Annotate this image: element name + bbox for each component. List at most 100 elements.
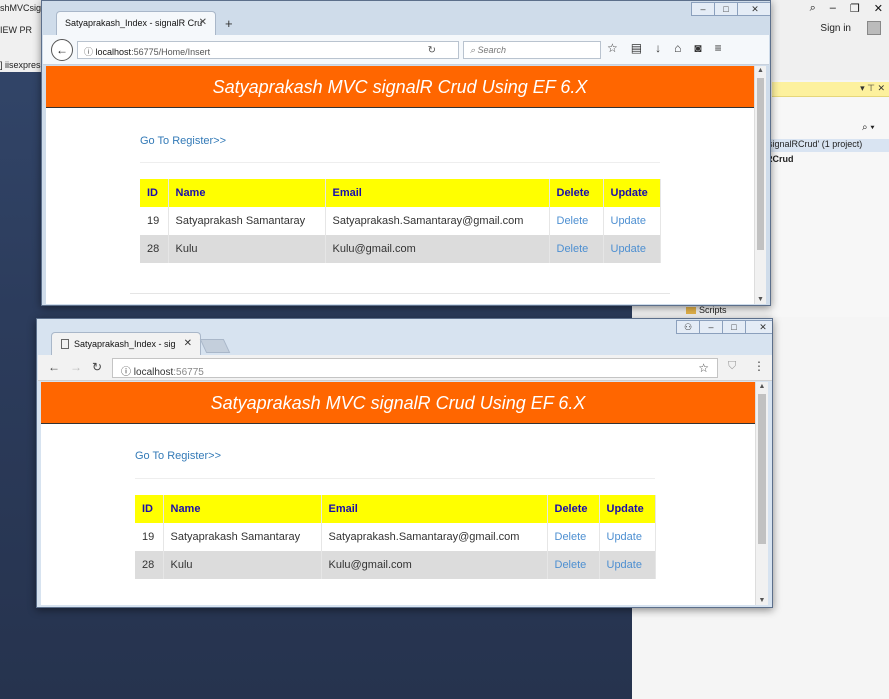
pocket-icon[interactable]: ◙: [694, 41, 701, 55]
cell-id: 28: [140, 235, 169, 263]
avatar[interactable]: [867, 21, 881, 35]
cell-delete: Delete: [549, 235, 604, 263]
update-link[interactable]: Update: [607, 531, 642, 543]
reading-list-icon[interactable]: ▤: [631, 41, 642, 55]
cell-email: Satyaprakash.Samantaray@gmail.com: [321, 523, 548, 551]
url-path: :56775/Home/Insert: [131, 47, 211, 57]
scroll-thumb[interactable]: [758, 394, 766, 544]
restore-icon[interactable]: ❐: [850, 2, 860, 15]
cell-name: Kulu: [163, 551, 322, 579]
column-header-delete: Delete: [547, 495, 600, 523]
go-to-register-link[interactable]: Go To Register>>: [135, 450, 221, 462]
cell-update: Update: [599, 523, 656, 551]
divider: [140, 162, 660, 163]
vs-menu-fragment: IEW PR: [0, 25, 33, 35]
page-viewport: Satyaprakash MVC signalR Crud Using EF 6…: [46, 66, 754, 304]
scroll-thumb[interactable]: [757, 78, 764, 250]
column-header-update: Update: [599, 495, 656, 523]
close-icon[interactable]: ✕: [737, 2, 770, 16]
vertical-scrollbar[interactable]: ▲ ▼: [755, 382, 768, 605]
vs-titlebar: ⌕ – ❐ ✕ Sign in: [772, 0, 889, 80]
chrome-window: ⚇ – □ ✕ Satyaprakash_Index - sig ✕ ← → ↻…: [36, 318, 773, 608]
cell-delete: Delete: [547, 523, 600, 551]
minimize-icon[interactable]: –: [699, 320, 723, 334]
minimize-icon[interactable]: –: [830, 2, 836, 15]
reload-icon[interactable]: ↻: [428, 45, 436, 56]
search-placeholder: Search: [477, 45, 507, 55]
cell-email: Kulu@gmail.com: [325, 235, 550, 263]
cell-update: Update: [603, 235, 661, 263]
back-arrow-icon[interactable]: ←: [48, 360, 60, 374]
maximize-icon[interactable]: □: [714, 2, 738, 16]
vs-left-strip: shMVCsign IEW PR ] iisexpress: [0, 0, 46, 72]
new-tab-button[interactable]: [199, 339, 231, 353]
table-header-row: ID Name Email Delete Update: [135, 495, 656, 523]
info-icon[interactable]: ⓘ: [121, 367, 131, 378]
delete-link[interactable]: Delete: [555, 531, 587, 543]
forward-arrow-icon[interactable]: →: [70, 360, 82, 374]
info-icon[interactable]: ⓘ: [84, 47, 93, 57]
delete-link[interactable]: Delete: [557, 215, 589, 227]
update-link[interactable]: Update: [607, 559, 642, 571]
menu-icon[interactable]: ⋮: [753, 359, 765, 373]
update-link[interactable]: Update: [611, 243, 646, 255]
cell-id: 19: [140, 207, 169, 235]
scroll-down-icon[interactable]: ▼: [755, 296, 766, 303]
users-table: ID Name Email Delete Update 19 Satyaprak…: [135, 495, 656, 579]
close-icon[interactable]: ✕: [199, 17, 207, 28]
extension-shield-icon[interactable]: ⛉: [728, 360, 736, 373]
new-tab-icon[interactable]: +: [225, 16, 233, 31]
folder-icon: [686, 307, 696, 315]
panel-controls-icon[interactable]: ▾ ⊤ ✕: [860, 83, 885, 94]
cell-delete: Delete: [549, 207, 604, 235]
update-link[interactable]: Update: [611, 215, 646, 227]
search-icon[interactable]: ⌕: [810, 2, 816, 15]
scripts-folder-node[interactable]: Scripts: [686, 305, 727, 315]
column-header-name: Name: [168, 179, 326, 207]
close-icon[interactable]: ✕: [184, 338, 192, 349]
solution-node[interactable]: signalRCrud' (1 project): [766, 139, 889, 152]
delete-link[interactable]: Delete: [555, 559, 587, 571]
column-header-delete: Delete: [549, 179, 604, 207]
url-host: localhost: [95, 47, 132, 57]
delete-link[interactable]: Delete: [557, 243, 589, 255]
chrome-navbar: ← → ↻ ⓘ localhost:56775 ☆ ⛉ ⋮: [38, 355, 772, 381]
solution-explorer-header: ▾ ⊤ ✕: [772, 82, 889, 97]
toolbar-icons: ☆ ▤ ↓ ⌂ ◙ ≡: [607, 41, 722, 55]
download-icon[interactable]: ↓: [655, 41, 661, 55]
home-icon[interactable]: ⌂: [674, 41, 681, 55]
tab-title: Satyaprakash_Index - signalR Cru: [65, 18, 203, 28]
close-icon[interactable]: ✕: [745, 320, 772, 334]
go-to-register-link[interactable]: Go To Register>>: [140, 135, 226, 147]
maximize-icon[interactable]: □: [722, 320, 746, 334]
scroll-up-icon[interactable]: ▲: [755, 67, 766, 74]
window-controls: ⚇ – □ ✕: [676, 320, 772, 334]
reload-icon[interactable]: ↻: [92, 360, 102, 374]
scroll-down-icon[interactable]: ▼: [756, 597, 768, 604]
vs-sign-in-link[interactable]: Sign in: [820, 23, 851, 34]
address-bar[interactable]: ⓘ localhost:56775 ☆: [112, 358, 718, 378]
tab-satyaprakash-index[interactable]: Satyaprakash_Index - signalR Cru ✕: [56, 11, 216, 35]
divider: [130, 293, 670, 294]
tab-satyaprakash-index[interactable]: Satyaprakash_Index - sig ✕: [51, 332, 201, 355]
table-row: 28 Kulu Kulu@gmail.com Delete Update: [140, 235, 661, 263]
bookmark-star-icon[interactable]: ☆: [607, 41, 618, 55]
menu-icon[interactable]: ≡: [715, 41, 722, 55]
scroll-up-icon[interactable]: ▲: [756, 383, 768, 390]
cell-id: 28: [135, 551, 164, 579]
search-input[interactable]: ⌕ Search: [463, 41, 601, 59]
minimize-icon[interactable]: –: [691, 2, 715, 16]
back-arrow-icon[interactable]: ←: [51, 39, 73, 61]
vertical-scrollbar[interactable]: ▲ ▼: [754, 66, 766, 304]
url-port: :56775: [173, 367, 204, 378]
close-icon[interactable]: ✕: [874, 2, 883, 15]
page-banner: Satyaprakash MVC signalR Crud Using EF 6…: [41, 382, 755, 424]
column-header-update: Update: [603, 179, 661, 207]
user-icon[interactable]: ⚇: [676, 320, 700, 334]
firefox-window: – □ ✕ Satyaprakash_Index - signalR Cru ✕…: [41, 0, 771, 306]
tab-title: Satyaprakash_Index - sig: [74, 339, 176, 349]
cell-id: 19: [135, 523, 164, 551]
address-bar[interactable]: ⓘ localhost:56775/Home/Insert ↻: [77, 41, 459, 59]
bookmark-star-icon[interactable]: ☆: [698, 361, 709, 375]
search-icon[interactable]: ⌕ ▾: [862, 122, 875, 133]
